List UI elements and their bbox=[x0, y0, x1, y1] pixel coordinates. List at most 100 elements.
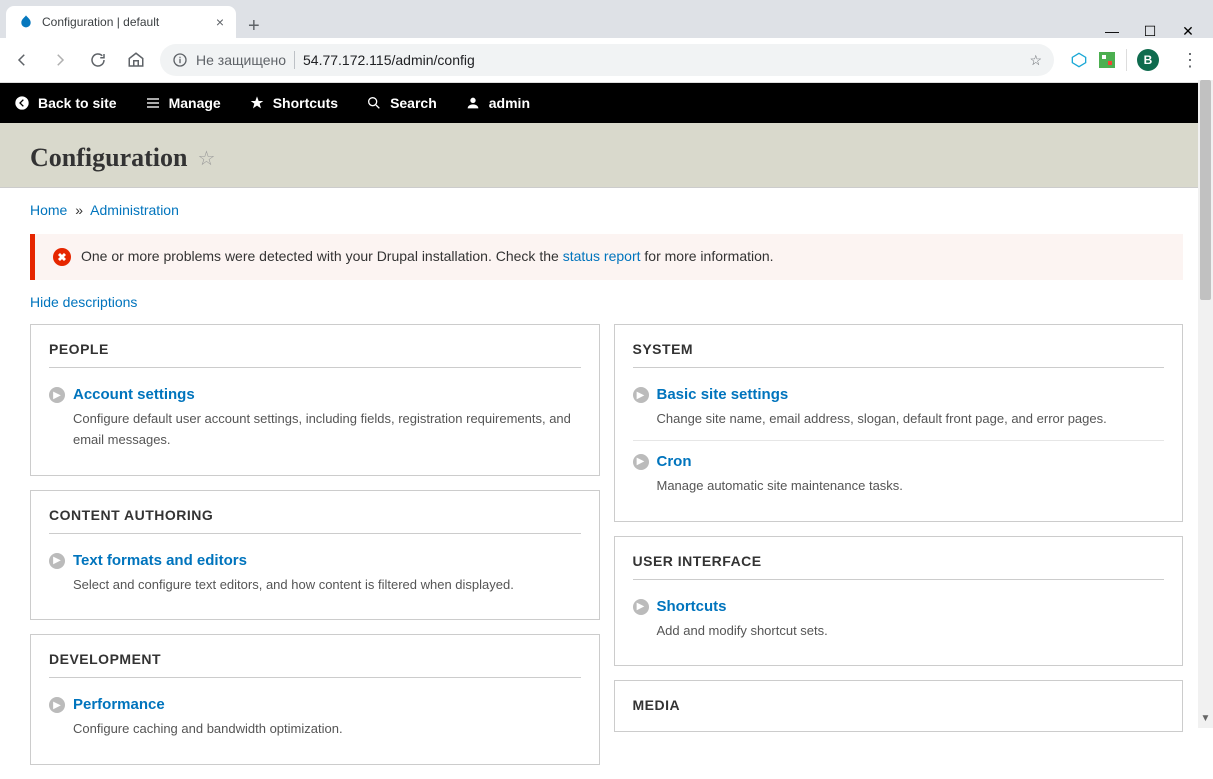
chevron-circle-icon: ▶ bbox=[633, 599, 649, 615]
panel-heading: MEDIA bbox=[633, 691, 1165, 717]
panel-item: ▶ Cron Manage automatic site maintenance… bbox=[633, 440, 1165, 507]
browser-tab[interactable]: Configuration | default × bbox=[6, 6, 236, 38]
back-circle-icon bbox=[14, 95, 30, 111]
config-link-account-settings[interactable]: Account settings bbox=[73, 386, 195, 403]
error-icon: ✖ bbox=[53, 248, 71, 266]
config-link-cron[interactable]: Cron bbox=[657, 453, 692, 470]
back-to-site[interactable]: Back to site bbox=[0, 83, 131, 123]
site-info-icon[interactable] bbox=[172, 52, 188, 68]
scrollbar[interactable]: ▼ bbox=[1198, 80, 1213, 728]
browser-chrome: Configuration | default × + — ☐ ✕ Не защ… bbox=[0, 0, 1213, 83]
config-link-basic-site[interactable]: Basic site settings bbox=[657, 386, 789, 403]
scroll-down-icon[interactable]: ▼ bbox=[1198, 711, 1213, 726]
chrome-menu-icon[interactable]: ⋮ bbox=[1175, 50, 1205, 71]
panel-development: DEVELOPMENT ▶ Performance Configure cach… bbox=[30, 634, 600, 765]
panel-user-interface: USER INTERFACE ▶ Shortcuts Add and modif… bbox=[614, 536, 1184, 667]
extension-icon-2[interactable] bbox=[1098, 51, 1116, 69]
new-tab-button[interactable]: + bbox=[236, 15, 272, 38]
config-desc: Manage automatic site maintenance tasks. bbox=[657, 476, 1165, 497]
config-link-performance[interactable]: Performance bbox=[73, 696, 165, 713]
chevron-circle-icon: ▶ bbox=[633, 454, 649, 470]
panel-item: ▶ Basic site settings Change site name, … bbox=[633, 374, 1165, 440]
admin-toolbar: Back to site Manage Shortcuts Search adm… bbox=[0, 83, 1213, 123]
shortcuts-menu[interactable]: Shortcuts bbox=[235, 83, 352, 123]
chevron-circle-icon: ▶ bbox=[49, 553, 65, 569]
bookmark-star-icon[interactable]: ☆ bbox=[1029, 52, 1042, 69]
panel-heading: PEOPLE bbox=[49, 335, 581, 368]
page-header: Configuration ☆ bbox=[0, 123, 1213, 188]
profile-badge[interactable]: B bbox=[1137, 49, 1159, 71]
config-desc: Configure default user account settings,… bbox=[73, 409, 581, 451]
drupal-favicon bbox=[18, 14, 34, 30]
home-button[interactable] bbox=[122, 46, 150, 74]
window-controls: — ☐ ✕ bbox=[1087, 16, 1213, 38]
page-star-icon[interactable]: ☆ bbox=[197, 146, 215, 171]
url-text: 54.77.172.115/admin/config bbox=[303, 52, 475, 68]
address-bar[interactable]: Не защищено 54.77.172.115/admin/config ☆ bbox=[160, 44, 1054, 76]
panel-heading: SYSTEM bbox=[633, 335, 1165, 368]
tab-strip: Configuration | default × + — ☐ ✕ bbox=[0, 0, 1213, 38]
admin-label: admin bbox=[489, 95, 530, 111]
star-icon bbox=[249, 95, 265, 111]
config-desc: Change site name, email address, slogan,… bbox=[657, 409, 1165, 430]
panel-heading: USER INTERFACE bbox=[633, 547, 1165, 580]
scrollbar-thumb[interactable] bbox=[1200, 80, 1211, 300]
panel-item: ▶ Account settings Configure default use… bbox=[49, 374, 581, 461]
panel-heading: CONTENT AUTHORING bbox=[49, 501, 581, 534]
chevron-circle-icon: ▶ bbox=[633, 387, 649, 403]
panel-people: PEOPLE ▶ Account settings Configure defa… bbox=[30, 324, 600, 476]
breadcrumb: Home » Administration bbox=[30, 202, 1183, 218]
breadcrumb-admin[interactable]: Administration bbox=[90, 202, 179, 218]
config-link-shortcuts[interactable]: Shortcuts bbox=[657, 598, 727, 615]
manage-menu[interactable]: Manage bbox=[131, 83, 235, 123]
tab-title: Configuration | default bbox=[42, 15, 159, 29]
config-desc: Select and configure text editors, and h… bbox=[73, 575, 581, 596]
config-desc: Add and modify shortcut sets. bbox=[657, 621, 1165, 642]
panel-item: ▶ Performance Configure caching and band… bbox=[49, 684, 581, 750]
user-icon bbox=[465, 95, 481, 111]
admin-label: Shortcuts bbox=[273, 95, 338, 111]
minimize-button[interactable]: — bbox=[1105, 24, 1119, 38]
left-column: PEOPLE ▶ Account settings Configure defa… bbox=[30, 324, 600, 765]
panel-heading: DEVELOPMENT bbox=[49, 645, 581, 678]
forward-button[interactable] bbox=[46, 46, 74, 74]
chevron-circle-icon: ▶ bbox=[49, 697, 65, 713]
toolbar-separator bbox=[1126, 49, 1127, 71]
browser-toolbar: Не защищено 54.77.172.115/admin/config ☆… bbox=[0, 38, 1213, 83]
panel-content-authoring: CONTENT AUTHORING ▶ Text formats and edi… bbox=[30, 490, 600, 621]
admin-label: Search bbox=[390, 95, 437, 111]
breadcrumb-home[interactable]: Home bbox=[30, 202, 67, 218]
hamburger-icon bbox=[145, 95, 161, 111]
extension-icon-1[interactable] bbox=[1070, 51, 1088, 69]
panel-system: SYSTEM ▶ Basic site settings Change site… bbox=[614, 324, 1184, 522]
hide-descriptions-link[interactable]: Hide descriptions bbox=[30, 294, 137, 310]
panel-media: MEDIA bbox=[614, 680, 1184, 732]
back-button[interactable] bbox=[8, 46, 36, 74]
panel-item: ▶ Shortcuts Add and modify shortcut sets… bbox=[633, 586, 1165, 652]
search-icon bbox=[366, 95, 382, 111]
search-menu[interactable]: Search bbox=[352, 83, 451, 123]
error-post: for more information. bbox=[641, 248, 774, 264]
error-text: One or more problems were detected with … bbox=[81, 248, 774, 264]
config-link-text-formats[interactable]: Text formats and editors bbox=[73, 552, 247, 569]
chevron-circle-icon: ▶ bbox=[49, 387, 65, 403]
close-tab-icon[interactable]: × bbox=[216, 14, 224, 30]
security-status: Не защищено bbox=[196, 52, 286, 68]
content-area: Home » Administration ✖ One or more prob… bbox=[0, 188, 1213, 779]
admin-label: Manage bbox=[169, 95, 221, 111]
breadcrumb-sep: » bbox=[75, 202, 83, 218]
reload-button[interactable] bbox=[84, 46, 112, 74]
config-desc: Configure caching and bandwidth optimiza… bbox=[73, 719, 581, 740]
page-title: Configuration bbox=[30, 143, 187, 173]
close-window-button[interactable]: ✕ bbox=[1181, 24, 1195, 38]
maximize-button[interactable]: ☐ bbox=[1143, 24, 1157, 38]
right-column: SYSTEM ▶ Basic site settings Change site… bbox=[614, 324, 1184, 765]
error-pre: One or more problems were detected with … bbox=[81, 248, 563, 264]
error-message: ✖ One or more problems were detected wit… bbox=[30, 234, 1183, 280]
status-report-link[interactable]: status report bbox=[563, 248, 641, 264]
config-panels: PEOPLE ▶ Account settings Configure defa… bbox=[30, 324, 1183, 765]
extension-icons: B bbox=[1064, 49, 1165, 71]
admin-label: Back to site bbox=[38, 95, 117, 111]
addr-separator bbox=[294, 51, 295, 69]
user-menu[interactable]: admin bbox=[451, 83, 544, 123]
